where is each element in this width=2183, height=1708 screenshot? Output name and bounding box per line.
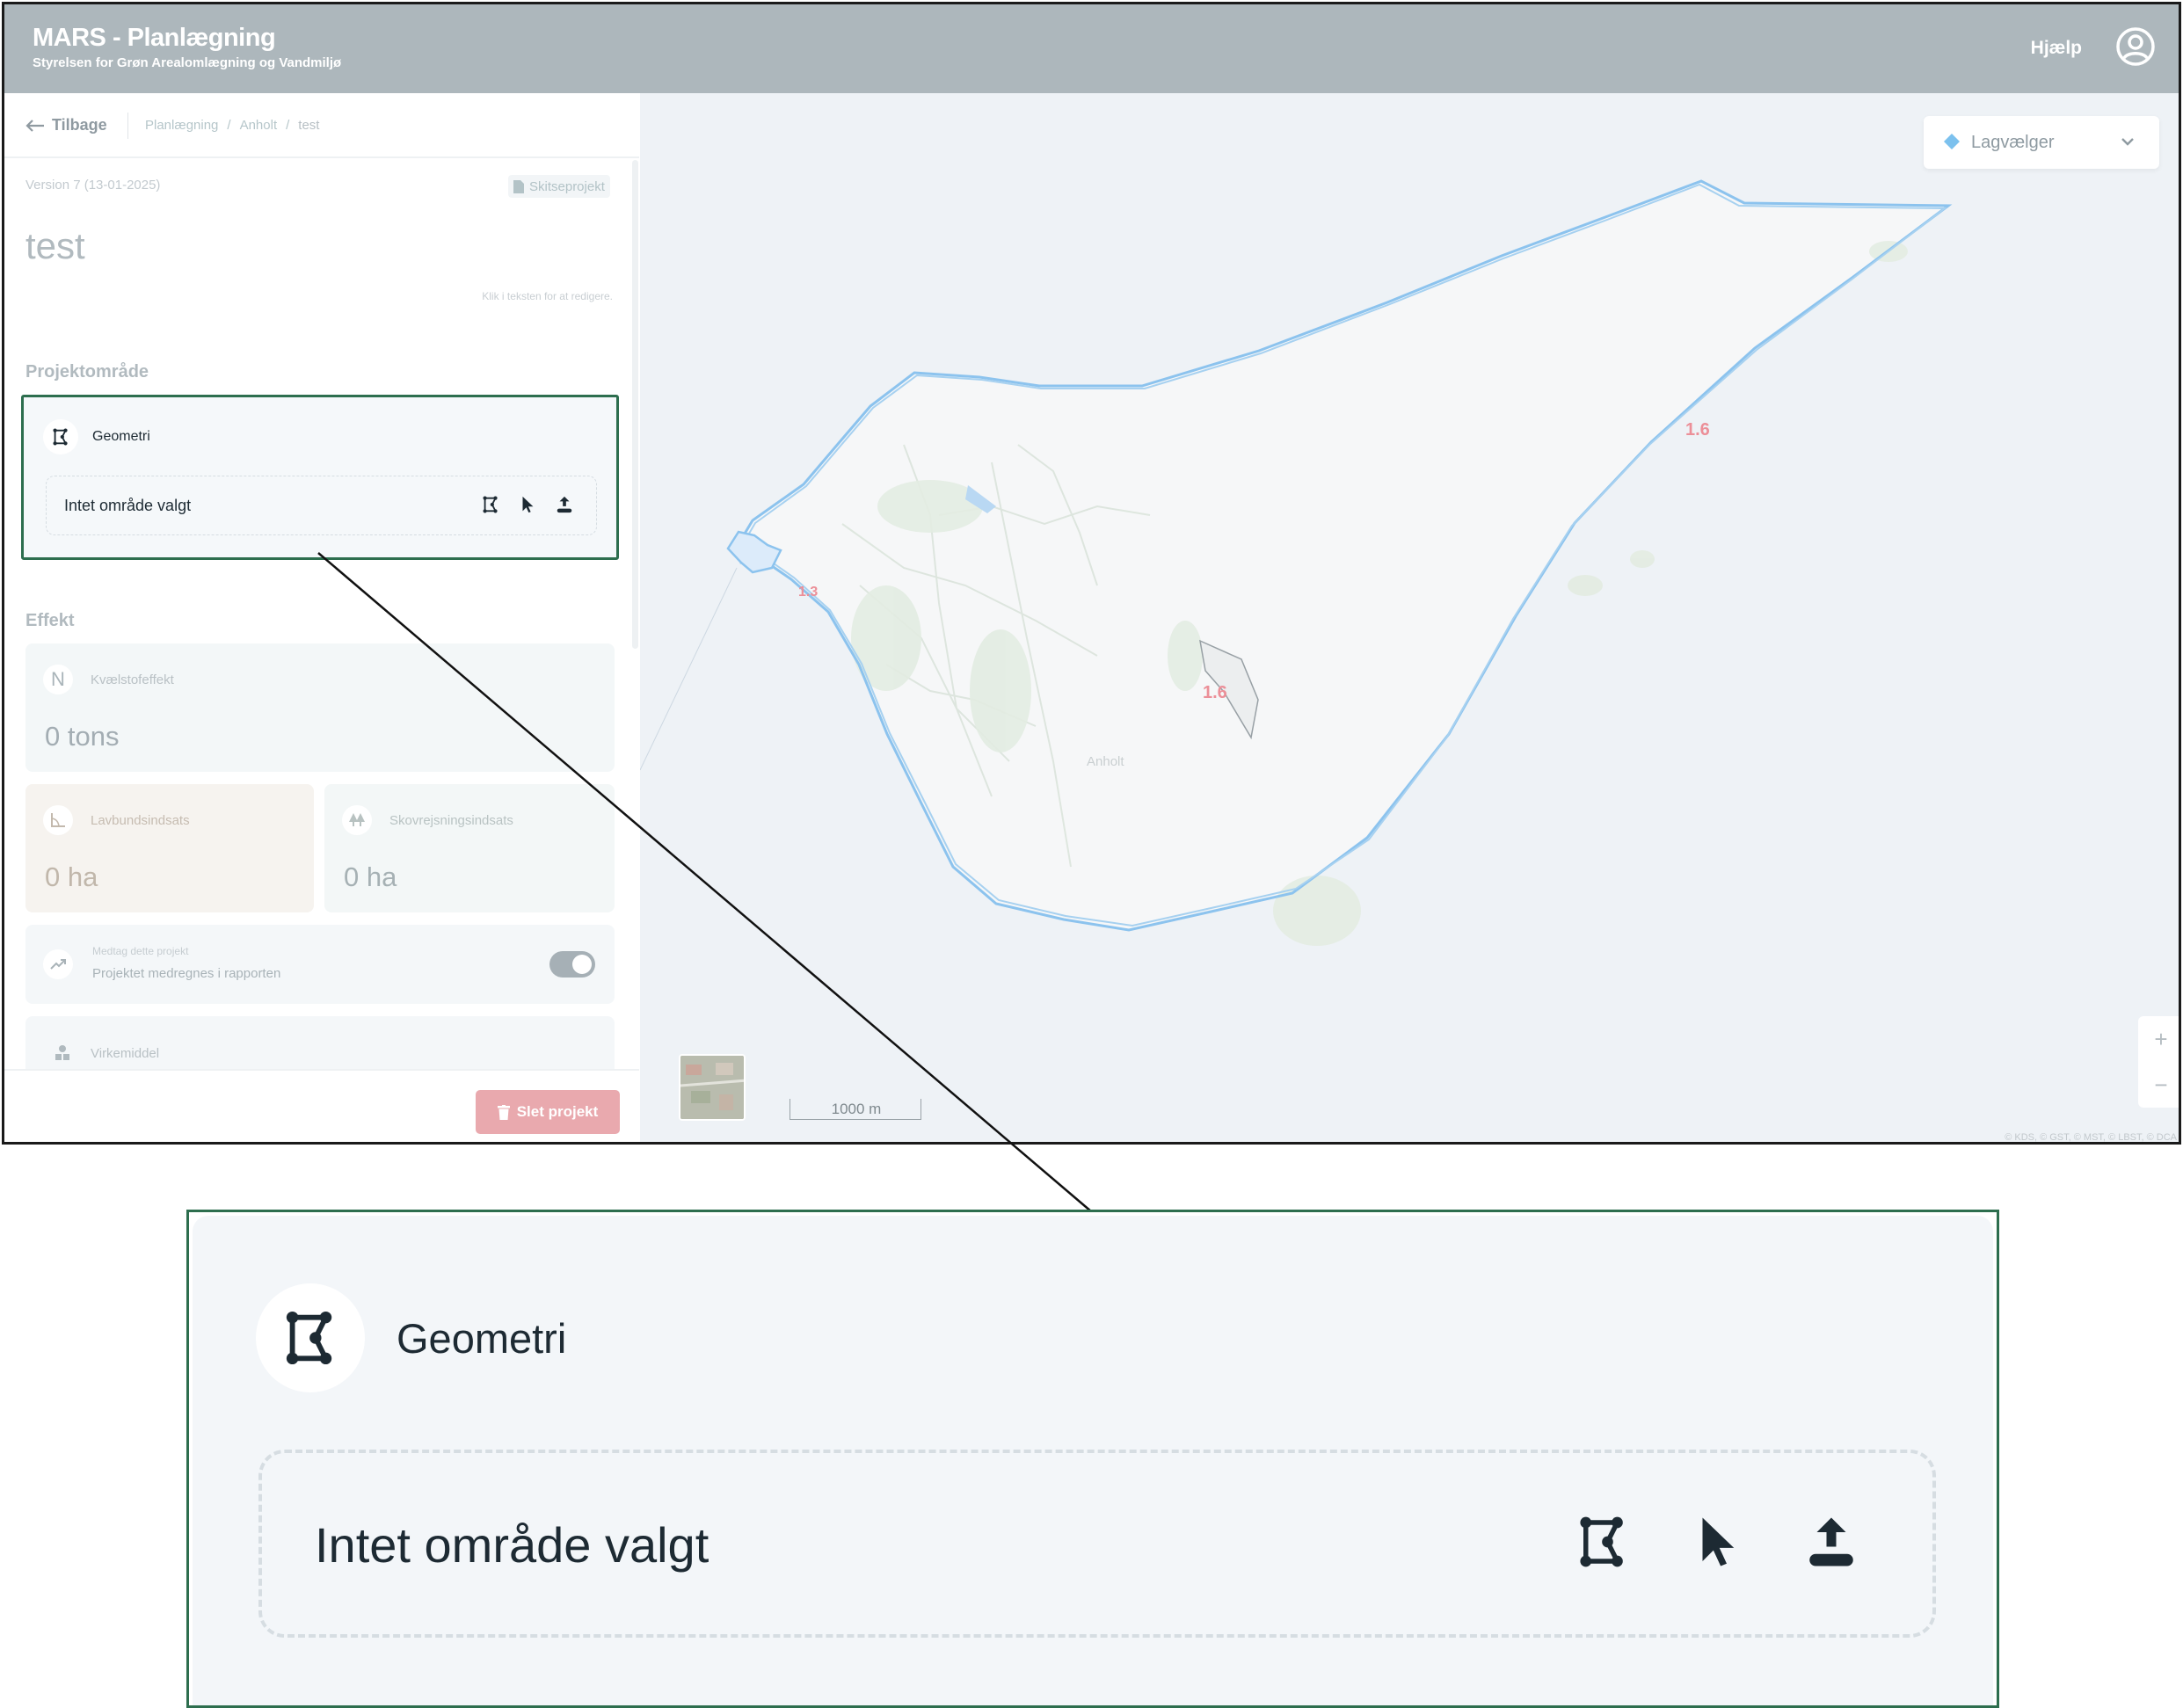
zoomed-geometry-icon-wrap — [256, 1283, 365, 1392]
help-link[interactable]: Hjælp — [2031, 38, 2082, 59]
measure-card: Virkemiddel — [25, 1016, 615, 1069]
breadcrumb-separator: / — [227, 118, 231, 133]
town-label: Anholt — [1087, 754, 1124, 769]
measure-label: Virkemiddel — [91, 1046, 160, 1061]
zoomed-callout: Geometri Intet område valgt — [186, 1210, 1999, 1708]
zoom-in-button[interactable]: + — [2138, 1016, 2179, 1062]
delete-label: Slet projekt — [516, 1103, 599, 1120]
pointer-select-icon[interactable] — [1686, 1511, 1748, 1573]
breadcrumb-separator: / — [286, 118, 290, 133]
basemap-toggle[interactable] — [679, 1054, 746, 1121]
sketch-project-badge[interactable]: Skitseprojekt — [508, 175, 610, 198]
map-label: 1.6 — [1685, 420, 1710, 440]
nitrogen-card: N Kvælstofeffekt 0 tons — [25, 643, 615, 772]
nitrogen-value: 0 tons — [45, 721, 120, 752]
app-title: MARS - Planlægning — [33, 24, 276, 52]
edit-hint: Klik i teksten for at redigere. — [482, 290, 613, 302]
geometry-title: Geometri — [92, 429, 150, 444]
sidebar: Tilbage Planlægning / Anholt / test Vers… — [4, 93, 639, 1142]
app-header: MARS - Planlægning Styrelsen for Grøn Ar… — [4, 4, 2179, 93]
section-effect: Effekt — [25, 611, 75, 630]
app-screenshot: MARS - Planlægning Styrelsen for Grøn Ar… — [2, 2, 2181, 1145]
shapes-icon — [54, 1044, 71, 1062]
zoomed-no-area-selected: Intet område valgt — [315, 1517, 709, 1573]
delete-project-button[interactable]: Slet projekt — [476, 1090, 620, 1134]
include-label: Medtag dette projekt — [92, 945, 189, 957]
sketch-badge-label: Skitseprojekt — [529, 178, 605, 194]
island-land — [737, 181, 1948, 930]
project-name[interactable]: test — [25, 225, 85, 267]
sidebar-footer: Slet projekt — [4, 1069, 639, 1142]
lowland-value: 0 ha — [45, 861, 98, 892]
include-toggle[interactable] — [549, 951, 595, 978]
zoom-out-button[interactable]: − — [2138, 1062, 2179, 1108]
breadcrumb: Planlægning / Anholt / test — [145, 118, 319, 133]
afforestation-label: Skovrejsningsindsats — [389, 813, 513, 828]
nitrogen-icon: N — [43, 665, 73, 694]
trending-up-icon — [43, 949, 73, 979]
polygon-icon — [53, 428, 68, 446]
app-subtitle: Styrelsen for Grøn Arealomlægning og Van… — [33, 55, 342, 70]
breadcrumb-area[interactable]: Anholt — [240, 118, 278, 133]
include-project-card: Medtag dette projekt Projektet medregnes… — [25, 925, 615, 1004]
project-version: Version 7 (13-01-2025) — [25, 178, 161, 193]
arrow-left-icon — [25, 119, 44, 132]
polygon-draw-icon[interactable] — [1572, 1511, 1634, 1573]
breadcrumb-planning[interactable]: Planlægning — [145, 118, 218, 133]
sidebar-scrollbar[interactable] — [632, 160, 638, 649]
layer-picker[interactable]: Lagvælger — [1924, 116, 2159, 169]
lowland-card: Lavbundsindsats 0 ha — [25, 784, 314, 912]
aerial-thumbnail-icon — [680, 1056, 744, 1119]
ruler-angle-icon — [43, 805, 73, 835]
zoomed-geometry-title: Geometri — [397, 1315, 567, 1362]
zoomed-geometry-dropzone[interactable]: Intet område valgt — [258, 1450, 1936, 1638]
geometry-card: Geometri Intet område valgt — [21, 395, 619, 560]
document-icon — [513, 179, 524, 193]
ferry-line — [640, 567, 738, 771]
no-area-selected: Intet område valgt — [64, 497, 192, 514]
layer-picker-label: Lagvælger — [1971, 133, 2055, 152]
upload-icon[interactable] — [1801, 1511, 1862, 1573]
sidebar-topnav: Tilbage Planlægning / Anholt / test — [4, 93, 639, 158]
map-label: 1.3 — [798, 585, 819, 600]
upload-icon[interactable] — [554, 494, 575, 515]
afforestation-card: Skovrejsningsindsats 0 ha — [324, 784, 615, 912]
zoomed-geometry-card: Geometri Intet område valgt — [193, 1216, 1993, 1705]
map-attribution: © KDS, © GST, © MST, © LBST, © DCA — [2005, 1132, 2177, 1143]
geometry-tools — [480, 494, 575, 515]
nitrogen-label: Kvælstofeffekt — [91, 672, 174, 687]
trees-icon — [342, 805, 372, 835]
include-text: Projektet medregnes i rapporten — [92, 966, 281, 981]
zoomed-geometry-tools — [1572, 1511, 1862, 1573]
map-canvas — [640, 179, 1953, 946]
geometry-dropzone[interactable]: Intet område valgt — [46, 476, 597, 535]
map-label: 1.6 — [1203, 683, 1227, 702]
map-view[interactable]: 1.6 1.6 1.3 Anholt Lagvælger 1000 m + − — [640, 93, 2179, 1143]
user-circle-icon[interactable] — [2115, 26, 2156, 67]
breadcrumb-current: test — [298, 118, 320, 133]
layers-icon — [1944, 134, 1960, 149]
geometry-icon-wrap — [43, 419, 78, 454]
scale-label: 1000 m — [831, 1101, 882, 1117]
trash-icon — [497, 1104, 510, 1120]
lowland-label: Lavbundsindsats — [91, 813, 190, 828]
nitrogen-symbol: N — [51, 668, 65, 690]
polygon-draw-icon[interactable] — [480, 494, 501, 515]
section-project-area: Projektområde — [25, 362, 149, 382]
back-label: Tilbage — [52, 116, 107, 134]
afforestation-value: 0 ha — [344, 861, 397, 892]
nav-divider — [127, 113, 128, 139]
pointer-select-icon[interactable] — [517, 494, 538, 515]
zoom-control: + − — [2138, 1016, 2179, 1108]
chevron-down-icon — [2121, 138, 2134, 146]
scale-bar: 1000 m — [790, 1099, 921, 1120]
polygon-icon — [286, 1311, 332, 1365]
back-button[interactable]: Tilbage — [25, 116, 107, 134]
